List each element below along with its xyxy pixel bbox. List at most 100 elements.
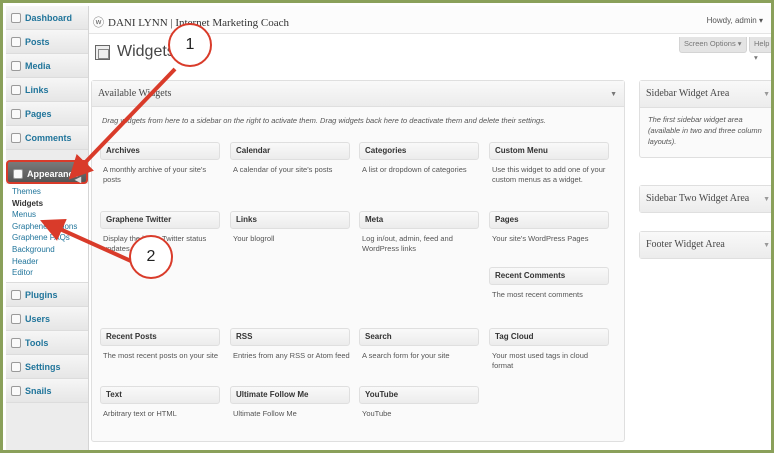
sidebar-item-dashboard[interactable]: Dashboard: [6, 6, 88, 30]
wordpress-logo-icon: ⓦ: [93, 17, 104, 29]
widget-area-title: Sidebar Two Widget Area: [646, 193, 750, 204]
available-widgets-header[interactable]: Available Widgets ▼: [92, 81, 624, 107]
submenu-graphene-options[interactable]: Graphene Options: [6, 221, 88, 233]
widget-title[interactable]: Archives: [100, 142, 220, 160]
widget-text[interactable]: Text Arbitrary text or HTML: [100, 386, 220, 419]
sidebar-item-label: Comments: [25, 133, 72, 143]
widget-area-header[interactable]: Footer Widget Area ▼: [640, 232, 771, 258]
widget-ultimate-follow-me[interactable]: Ultimate Follow Me Ultimate Follow Me: [230, 386, 350, 419]
widget-title[interactable]: Calendar: [230, 142, 350, 160]
widget-title[interactable]: Recent Posts: [100, 328, 220, 346]
sidebar-item-label: Posts: [25, 37, 50, 47]
help-label: Help: [754, 39, 770, 48]
widget-description: Your site's WordPress Pages: [492, 234, 589, 243]
widget-youtube[interactable]: YouTube YouTube: [359, 386, 479, 419]
page-title: Widgets: [117, 43, 175, 60]
widget-title[interactable]: Tag Cloud: [489, 328, 609, 346]
sidebar-item-label: Pages: [25, 109, 52, 119]
widget-title[interactable]: Ultimate Follow Me: [230, 386, 350, 404]
widget-title[interactable]: Search: [359, 328, 479, 346]
sidebar-two-widget-area[interactable]: Sidebar Two Widget Area ▼: [639, 185, 771, 213]
footer-widget-area[interactable]: Footer Widget Area ▼: [639, 231, 771, 259]
comment-icon: [11, 133, 21, 143]
submenu-graphene-faqs[interactable]: Graphene FAQs: [6, 232, 88, 244]
sidebar-item-label: Users: [25, 313, 51, 324]
page-icon: [11, 109, 21, 119]
widget-description: Use this widget to add one of your custo…: [492, 165, 606, 184]
sidebar-item-pages[interactable]: Pages: [6, 102, 88, 126]
widget-calendar[interactable]: Calendar A calendar of your site's posts: [230, 142, 350, 175]
widget-pages[interactable]: Pages Your site's WordPress Pages: [489, 211, 609, 244]
widget-title[interactable]: Text: [100, 386, 220, 404]
sidebar-item-media[interactable]: Media: [6, 54, 88, 78]
sidebar-item-appearance[interactable]: Appearance ◀: [6, 160, 88, 184]
admin-sidebar: Dashboard Posts Media Links Pages Commen…: [6, 6, 89, 450]
sidebar-item-tools[interactable]: Tools: [6, 330, 88, 355]
chevron-down-icon: ▾: [758, 16, 763, 25]
widget-rss[interactable]: RSS Entries from any RSS or Atom feed: [230, 328, 350, 361]
submenu-menus[interactable]: Menus: [6, 209, 88, 221]
settings-icon: [11, 361, 21, 372]
sidebar-item-label: Tools: [25, 337, 49, 348]
menu-icon: [11, 385, 21, 396]
tools-icon: [11, 337, 21, 348]
widget-area-header[interactable]: Sidebar Widget Area ▼: [640, 81, 771, 107]
submenu-widgets[interactable]: Widgets: [6, 198, 88, 210]
widget-description: A list or dropdown of categories: [362, 165, 467, 174]
screen-options-button[interactable]: Screen Options ▾: [679, 37, 747, 53]
widget-description: Ultimate Follow Me: [233, 409, 297, 418]
sidebar-item-settings[interactable]: Settings: [6, 354, 88, 379]
widget-title[interactable]: Custom Menu: [489, 142, 609, 160]
widget-custom-menu[interactable]: Custom Menu Use this widget to add one of…: [489, 142, 609, 185]
widget-links[interactable]: Links Your blogroll: [230, 211, 350, 244]
sidebar-item-cut-off[interactable]: Snails: [6, 378, 88, 403]
help-button[interactable]: Help ▾: [749, 37, 771, 62]
sidebar-item-posts[interactable]: Posts: [6, 30, 88, 54]
widget-search[interactable]: Search A search form for your site: [359, 328, 479, 361]
widget-title[interactable]: Links: [230, 211, 350, 229]
widget-title[interactable]: Meta: [359, 211, 479, 229]
submenu-background[interactable]: Background: [6, 244, 88, 256]
appearance-icon: [13, 169, 23, 179]
step-badge-2: 2: [129, 235, 173, 279]
available-widgets-title: Available Widgets: [98, 88, 172, 99]
submenu-header[interactable]: Header: [6, 256, 88, 268]
collapse-arrow-icon[interactable]: ▼: [610, 81, 617, 107]
widget-description: The most recent posts on your site: [103, 351, 219, 360]
users-icon: [11, 313, 21, 324]
widget-title[interactable]: Graphene Twitter: [100, 211, 220, 229]
dashboard-icon: [11, 13, 21, 23]
widget-recent-posts[interactable]: Recent Posts The most recent posts on you…: [100, 328, 220, 361]
widget-description: YouTube: [362, 409, 392, 418]
widget-title[interactable]: YouTube: [359, 386, 479, 404]
widget-archives[interactable]: Archives A monthly archive of your site's…: [100, 142, 220, 185]
widget-title[interactable]: Pages: [489, 211, 609, 229]
submenu-editor[interactable]: Editor: [6, 267, 88, 279]
widget-description: Your blogroll: [233, 234, 275, 243]
sidebar-item-comments[interactable]: Comments: [6, 126, 88, 150]
sidebar-item-label: Media: [25, 61, 51, 71]
sidebar-item-label: Settings: [25, 361, 61, 372]
widget-tag-cloud[interactable]: Tag Cloud Your most used tags in cloud fo…: [489, 328, 609, 371]
collapse-arrow-icon[interactable]: ▼: [763, 232, 770, 258]
sidebar-widget-area[interactable]: Sidebar Widget Area ▼ The first sidebar w…: [639, 80, 771, 158]
link-icon: [11, 85, 21, 95]
widget-title[interactable]: RSS: [230, 328, 350, 346]
widget-description: Entries from any RSS or Atom feed: [233, 351, 350, 360]
widget-title[interactable]: Categories: [359, 142, 479, 160]
widget-meta[interactable]: Meta Log in/out, admin, feed and WordPres…: [359, 211, 479, 254]
user-greeting[interactable]: Howdy, admin ▾: [707, 16, 763, 25]
widget-categories[interactable]: Categories A list or dropdown of categori…: [359, 142, 479, 175]
collapse-arrow-icon[interactable]: ▼: [763, 81, 770, 107]
sidebar-item-users[interactable]: Users: [6, 306, 88, 331]
screenshot-frame: Dashboard Posts Media Links Pages Commen…: [0, 0, 774, 453]
widget-recent-comments[interactable]: Recent Comments The most recent comments: [489, 267, 609, 300]
widget-title[interactable]: Recent Comments: [489, 267, 609, 285]
howdy-text: Howdy, admin: [706, 16, 757, 25]
collapse-arrow-icon[interactable]: ▼: [763, 186, 770, 212]
plugin-icon: [11, 289, 21, 300]
sidebar-item-links[interactable]: Links: [6, 78, 88, 102]
widget-area-header[interactable]: Sidebar Two Widget Area ▼: [640, 186, 771, 212]
sidebar-item-plugins[interactable]: Plugins: [6, 282, 88, 307]
widget-description: Arbitrary text or HTML: [103, 409, 177, 418]
